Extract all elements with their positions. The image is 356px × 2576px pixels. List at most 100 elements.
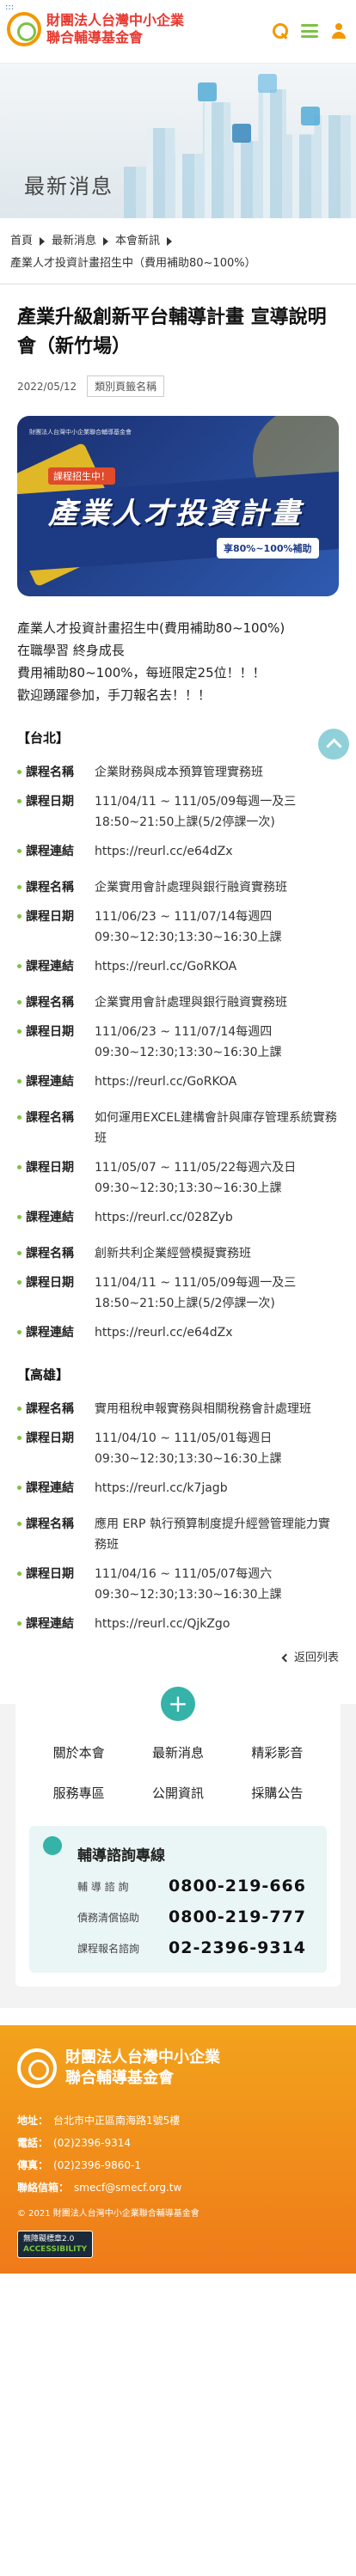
hotline-number[interactable]: 0800-219-666: [169, 1877, 306, 1895]
scroll-top-button[interactable]: [318, 729, 349, 760]
banner-cube-icon: [232, 124, 251, 143]
course-name-value: 企業實用會計處理與銀行融資實務班: [95, 996, 287, 1010]
course-date-label: 課程日期: [17, 1157, 95, 1199]
footer-link[interactable]: 公開資訊: [128, 1784, 227, 1802]
course-link-value[interactable]: https://reurl.cc/GoRKOA: [95, 1071, 339, 1092]
course-name-value: 企業實用會計處理與銀行融資實務班: [95, 881, 287, 894]
course-item: 課程名稱 如何運用EXCEL建構會計與庫存管理系統實務班 課程日期 111/05/07…: [17, 1108, 339, 1228]
footer-panel: + 關於本會 最新消息 精彩影音 服務專區 公開資訊 採購公告 輔導諮詢專線 輔…: [0, 1687, 356, 2008]
hotline-box: 輔導諮詢專線 輔 導 諮 詢 0800-219-666 債務清償協助 0800-21…: [29, 1826, 327, 1973]
breadcrumb-arrow-icon: [103, 236, 109, 246]
badge-line2: ACCESSIBILITY: [23, 2245, 88, 2254]
footer-address: 地址： 台北市中正區南海路1號5樓: [17, 2109, 339, 2132]
footer-org-line1: 財團法人台灣中小企業: [65, 2048, 220, 2066]
course-list: 【台北】 課程名稱 企業財務與成本預算管理實務班 課程日期 111/04/11 ~ 11…: [17, 729, 339, 1634]
hero-pill: 享80%~100%補助: [217, 538, 319, 559]
course-date-value: 111/05/07 ~ 111/05/22每週六及日09:30~12:30;13…: [95, 1161, 297, 1195]
region-title: 【台北】: [17, 730, 70, 746]
logo-icon: [17, 2048, 57, 2088]
article-hero-image: 財團法人台灣中小企業聯合輔導基金會 課程招生中！ 產業人才投資計畫 享80%~1…: [17, 416, 339, 596]
course-link-row: 課程連結 https://reurl.cc/028Zyb: [17, 1207, 339, 1228]
email-value[interactable]: smecf@smecf.org.tw: [74, 2182, 181, 2194]
footer-link[interactable]: 關於本會: [29, 1743, 128, 1761]
course-link-row: 課程連結 https://reurl.cc/k7jagb: [17, 1478, 339, 1499]
course-link-row: 課程連結 https://reurl.cc/GoRKOA: [17, 956, 339, 977]
footer-link[interactable]: 精彩影音: [228, 1743, 327, 1761]
course-date-value: 111/06/23 ~ 111/07/14每週四09:30~12:30;13:3…: [95, 1025, 282, 1059]
banner-cube-icon: [301, 107, 320, 125]
course-link-value[interactable]: https://reurl.cc/k7jagb: [95, 1478, 339, 1499]
breadcrumb-arrow-icon: [40, 236, 46, 246]
footer-link[interactable]: 採購公告: [228, 1784, 327, 1802]
course-name-label: 課程名稱: [17, 992, 95, 1013]
course-name-label: 課程名稱: [17, 1108, 95, 1149]
site-logo[interactable]: 財團法人台灣中小企業 聯合輔導基金會: [7, 12, 184, 46]
course-date-value: 111/04/10 ~ 111/05/01每週日09:30~12:30;13:3…: [95, 1431, 282, 1466]
banner-cube-icon: [198, 82, 217, 101]
hotline-label: 債務清償協助: [77, 1911, 140, 1924]
banner-cube-icon: [258, 74, 277, 93]
banner-illustration: [124, 89, 356, 218]
breadcrumb-section[interactable]: 本會新訊: [115, 235, 160, 247]
course-name-row: 課程名稱 企業實用會計處理與銀行融資實務班: [17, 877, 339, 898]
logo-text: 財團法人台灣中小企業 聯合輔導基金會: [46, 12, 184, 46]
address-label: 地址：: [17, 2115, 49, 2127]
course-item: 課程名稱 實用租稅申報實務與相關稅務會計處理班課程日期 111/04/10 ~ 11…: [17, 1399, 339, 1499]
footer-fax: 傳真： (02)2396-9860-1: [17, 2154, 339, 2176]
footer-nav: 關於本會 最新消息 精彩影音 服務專區 公開資訊 採購公告: [29, 1743, 327, 1802]
course-link-label: 課程連結: [17, 1071, 95, 1092]
hotline-title: 輔導諮詢專線: [77, 1847, 165, 1865]
course-name-row: 課程名稱 實用租稅申報實務與相關稅務會計處理班: [17, 1399, 339, 1419]
breadcrumb-news[interactable]: 最新消息: [52, 235, 96, 247]
course-date-row: 課程日期 111/04/10 ~ 111/05/01每週日09:30~12:30;…: [17, 1428, 339, 1469]
course-date-row: 課程日期 111/04/11 ~ 111/05/09每週一及三18:50~21:5…: [17, 791, 339, 833]
course-date-label: 課程日期: [17, 791, 95, 833]
course-link-value[interactable]: https://reurl.cc/e64dZx: [95, 1322, 339, 1343]
accessibility-anchor[interactable]: :::: [5, 3, 14, 12]
intro-line: 費用補助80~100%，每班限定25位！！！: [17, 665, 266, 681]
back-to-list[interactable]: 返回列表: [17, 1648, 339, 1664]
footer-org-line2: 聯合輔導基金會: [65, 2069, 174, 2087]
phone-value[interactable]: (02)2396-9314: [53, 2137, 131, 2149]
region-title: 【高雄】: [17, 1367, 70, 1383]
footer-link[interactable]: 服務專區: [29, 1784, 128, 1802]
course-name-row: 課程名稱 應用 ERP 執行預算制度提升經營管理能力實務班: [17, 1514, 339, 1555]
user-icon[interactable]: [330, 22, 347, 40]
breadcrumb-arrow-icon: [167, 236, 173, 246]
footer-org-name: 財團法人台灣中小企業 聯合輔導基金會: [65, 2048, 220, 2089]
course-date-row: 課程日期 111/05/07 ~ 111/05/22每週六及日09:30~12:3…: [17, 1157, 339, 1199]
course-link-value[interactable]: https://reurl.cc/e64dZx: [95, 841, 339, 862]
course-link-label: 課程連結: [17, 1322, 95, 1343]
course-date-label: 課程日期: [17, 1022, 95, 1063]
course-link-label: 課程連結: [17, 1478, 95, 1499]
course-date-row: 課程日期 111/04/11 ~ 111/05/09每週一及三18:50~21:5…: [17, 1273, 339, 1314]
page-banner: 最新消息: [0, 64, 356, 218]
course-link-value[interactable]: https://reurl.cc/028Zyb: [95, 1207, 339, 1228]
hotline-number[interactable]: 02-2396-9314: [169, 1938, 306, 1957]
course-name-row: 課程名稱 創新共利企業經營模擬實務班: [17, 1243, 339, 1264]
footer-card: + 關於本會 最新消息 精彩影音 服務專區 公開資訊 採購公告 輔導諮詢專線 輔…: [15, 1687, 341, 1987]
course-date-value: 111/04/11 ~ 111/05/09每週一及三18:50~21:50上課(…: [95, 1276, 297, 1310]
course-link-value[interactable]: https://reurl.cc/GoRKOA: [95, 956, 339, 977]
address-value: 台北市中正區南海路1號5樓: [53, 2115, 181, 2127]
article-date: 2022/05/12: [17, 380, 77, 393]
site-footer: 財團法人台灣中小企業 聯合輔導基金會 地址： 台北市中正區南海路1號5樓 電話： (…: [0, 2025, 356, 2274]
intro-line: 歡迎踴躍參加，手刀報名去！！！: [17, 687, 212, 703]
footer-link[interactable]: 最新消息: [128, 1743, 227, 1761]
breadcrumb-home[interactable]: 首頁: [10, 235, 33, 247]
accessibility-badge[interactable]: 無障礙標章2.0 ACCESSIBILITY: [17, 2231, 94, 2258]
course-link-value[interactable]: https://reurl.cc/QjkZgo: [95, 1614, 339, 1634]
logo-line2: 聯合輔導基金會: [46, 29, 144, 46]
course-link-row: 課程連結 https://reurl.cc/GoRKOA: [17, 1071, 339, 1092]
search-icon[interactable]: [272, 22, 289, 40]
course-date-value: 111/04/11 ~ 111/05/09每週一及三18:50~21:50上課(…: [95, 795, 297, 829]
page: ::: 財團法人台灣中小企業 聯合輔導基金會 最新消息 首頁 最新消息 本會新訊 產…: [0, 0, 356, 2274]
chevron-left-icon: [281, 1653, 291, 1663]
course-link-label: 課程連結: [17, 956, 95, 977]
menu-icon[interactable]: [301, 24, 318, 38]
hotline-number[interactable]: 0800-219-777: [169, 1908, 306, 1926]
course-date-label: 課程日期: [17, 1273, 95, 1314]
course-date-row: 課程日期 111/04/16 ~ 111/05/07每週六09:30~12:30;…: [17, 1564, 339, 1605]
category-tag[interactable]: 類別頁籤名稱: [87, 375, 165, 397]
plus-icon[interactable]: +: [161, 1687, 195, 1721]
